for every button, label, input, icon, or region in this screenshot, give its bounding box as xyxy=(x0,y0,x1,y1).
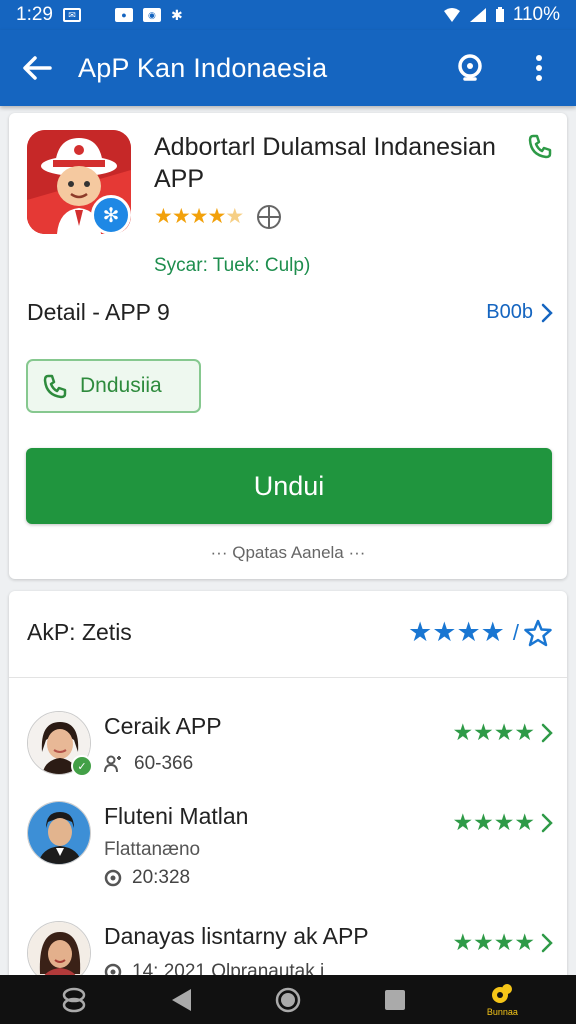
chevron-right-icon xyxy=(541,303,553,322)
app-rating: ★★★★★ xyxy=(154,204,282,229)
battery-percent: 110% xyxy=(512,4,560,25)
verified-badge-icon: ✻ xyxy=(91,195,131,235)
chevron-right-icon xyxy=(541,933,553,952)
review-item[interactable]: Fluteni Matlan Flattanæno 20:328 ★★★★ xyxy=(27,801,553,891)
nav-app-label: Bunnaa xyxy=(486,1007,518,1017)
review-item[interactable]: ✓ Ceraik APP 60-366 ★★★★ xyxy=(27,711,553,791)
header-rating: ★★★★ / xyxy=(408,617,553,648)
reviews-card: AkP: Zetis ★★★★ / ✓ Ceraik APP 60-366 ★★… xyxy=(9,591,567,981)
review-name: Ceraik APP xyxy=(104,713,222,739)
call-button[interactable] xyxy=(527,133,553,164)
notification-icon: ✉ xyxy=(62,8,81,22)
wifi-icon xyxy=(443,8,460,22)
review-item[interactable]: Danayas lisntarny ak APP 14: 2021 Olpran… xyxy=(27,921,553,981)
reviews-title: AkP: Zetis xyxy=(27,619,132,645)
review-name: Fluteni Matlan xyxy=(104,803,249,829)
app-logo-icon xyxy=(492,984,513,1003)
chip-label: Dndusiia xyxy=(80,374,162,397)
app-bar: ApP Kan Indonaesia xyxy=(0,30,576,106)
more-vert-icon xyxy=(536,55,542,81)
install-button[interactable]: Undui xyxy=(26,448,552,524)
rating-stars: ★★★★★ xyxy=(154,205,244,228)
review-meta: 20:328 xyxy=(104,867,190,889)
nav-app-button[interactable]: Bunnaa xyxy=(472,978,532,1022)
app-info-text: Sycar: Tuek: Culp) xyxy=(154,255,311,276)
detail-row[interactable]: Detail - APP 9 B00b xyxy=(27,299,553,326)
phone-icon xyxy=(528,134,552,159)
category-chip[interactable]: Dndusiia xyxy=(26,359,201,413)
review-stars: ★★★★ xyxy=(452,809,535,835)
globe-icon xyxy=(257,204,282,229)
arrow-left-icon xyxy=(23,56,52,80)
header-stars: ★★★★ xyxy=(408,617,505,647)
detail-value: B00b xyxy=(486,301,533,323)
location-icon xyxy=(104,869,122,887)
review-subtitle: Flattanæno xyxy=(104,839,201,860)
online-badge-icon: ✓ xyxy=(71,755,93,777)
camera-icon: ◉ xyxy=(142,8,161,22)
review-rating: ★★★★ xyxy=(453,809,553,836)
system-nav-bar: Bunnaa xyxy=(0,975,576,1024)
avatar xyxy=(27,921,91,981)
settings-small-icon: ✱ xyxy=(170,6,183,23)
star-outline-icon[interactable] xyxy=(523,619,553,647)
detail-label: Detail - APP 9 xyxy=(27,299,170,325)
signal-icon xyxy=(469,8,486,22)
search-button[interactable] xyxy=(454,51,488,85)
recents-square-icon xyxy=(385,989,406,1010)
nav-recents-button[interactable] xyxy=(365,978,425,1022)
app-bar-title: ApP Kan Indonaesia xyxy=(78,52,328,83)
status-time: 1:29 xyxy=(16,4,53,25)
avatar xyxy=(27,801,91,865)
battery-icon xyxy=(495,7,504,22)
reviews-header: AkP: Zetis ★★★★ / xyxy=(27,617,553,648)
divider xyxy=(9,677,567,678)
nav-back-button[interactable] xyxy=(151,978,211,1022)
app-detail-card: ✻ Adbortarl Dulamsal Indanesian APP ★★★★… xyxy=(9,113,567,579)
back-triangle-icon xyxy=(171,988,191,1011)
message-icon: ● xyxy=(114,8,133,22)
chevron-right-icon xyxy=(541,723,553,742)
review-rating: ★★★★ xyxy=(453,719,553,746)
chevron-right-icon xyxy=(541,813,553,832)
phone-icon xyxy=(43,374,67,399)
review-meta: 60-366 xyxy=(104,753,193,775)
more-details-link[interactable]: ··· Qpatas Aanela ··· xyxy=(9,543,567,563)
nav-home-button[interactable] xyxy=(258,978,318,1022)
status-bar: 1:29 ✉ ● ◉ ✱ 110% xyxy=(0,0,576,30)
review-rating: ★★★★ xyxy=(453,929,553,956)
overflow-menu-button[interactable] xyxy=(522,51,556,85)
nav-assistant-button[interactable] xyxy=(44,978,104,1022)
review-stars: ★★★★ xyxy=(452,929,535,955)
home-circle-icon xyxy=(275,987,301,1012)
users-icon xyxy=(104,755,121,773)
assistant-icon xyxy=(62,987,85,1012)
app-title: Adbortarl Dulamsal Indanesian APP xyxy=(154,133,496,193)
review-name: Danayas lisntarny ak APP xyxy=(104,923,369,949)
back-button[interactable] xyxy=(20,51,54,85)
search-icon xyxy=(458,54,482,81)
review-stars: ★★★★ xyxy=(452,719,535,745)
